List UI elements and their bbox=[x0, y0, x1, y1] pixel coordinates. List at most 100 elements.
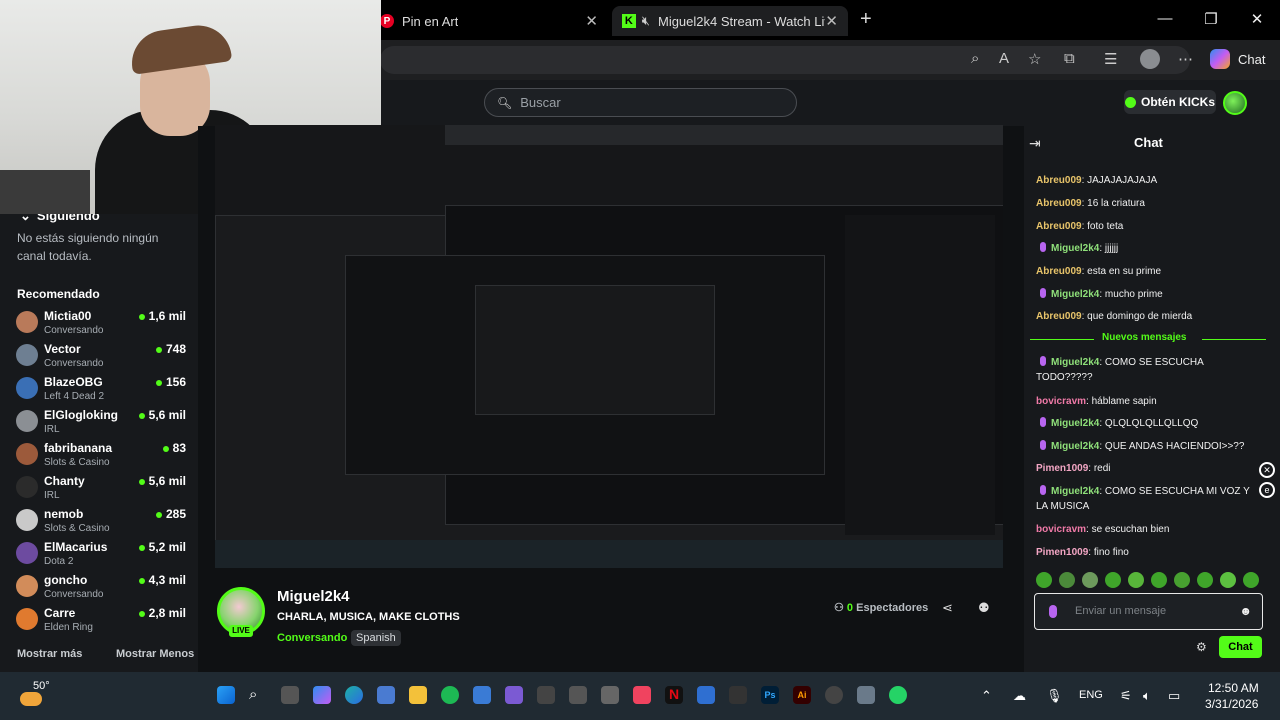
emote-icon[interactable] bbox=[1220, 572, 1236, 588]
chat-username[interactable]: Abreu009 bbox=[1036, 266, 1082, 277]
recommended-channel[interactable]: Chanty IRL 5,6 mil bbox=[16, 474, 186, 504]
search-input[interactable]: 🔍︎ Buscar bbox=[484, 88, 797, 117]
task-view-icon[interactable] bbox=[281, 686, 299, 704]
clock-date[interactable]: 3/31/2026 bbox=[1205, 697, 1258, 711]
battery-icon[interactable]: ▭ bbox=[1168, 688, 1180, 704]
favorite-star-icon[interactable]: ☆ bbox=[1028, 50, 1041, 68]
chat-username[interactable]: Abreu009 bbox=[1036, 198, 1082, 209]
app-icon[interactable] bbox=[505, 686, 523, 704]
chat-username[interactable]: Pimen1009 bbox=[1036, 463, 1088, 474]
search-taskbar-icon[interactable]: ⌕ bbox=[249, 686, 267, 704]
emote-icon[interactable] bbox=[1197, 572, 1213, 588]
extensions-icon[interactable]: ⧉ bbox=[1064, 50, 1075, 67]
store-icon[interactable] bbox=[377, 686, 395, 704]
close-tab-icon[interactable]: ✕ bbox=[585, 12, 598, 30]
extension-float-icon[interactable]: e bbox=[1259, 482, 1275, 498]
recommended-channel[interactable]: BlazeOBG Left 4 Dead 2 156 bbox=[16, 375, 186, 405]
obs-icon[interactable] bbox=[825, 686, 843, 704]
emote-icon[interactable] bbox=[1105, 572, 1121, 588]
profile-icon[interactable] bbox=[1140, 49, 1160, 69]
chat-message-input[interactable]: Enviar un mensaje ☻ bbox=[1034, 593, 1263, 630]
word-icon[interactable] bbox=[697, 686, 715, 704]
edge-icon[interactable] bbox=[345, 686, 363, 704]
app-icon[interactable] bbox=[537, 686, 555, 704]
spotify-icon[interactable] bbox=[441, 686, 459, 704]
recommended-channel[interactable]: goncho Conversando 4,3 mil bbox=[16, 573, 186, 603]
stream-category[interactable]: Conversando bbox=[277, 632, 347, 644]
chat-username[interactable]: Abreu009 bbox=[1036, 311, 1082, 322]
chat-username[interactable]: Miguel2k4 bbox=[1051, 441, 1099, 452]
close-window-icon[interactable]: ✕ bbox=[1242, 10, 1272, 28]
chat-username[interactable]: bovicravm bbox=[1036, 524, 1086, 535]
recommended-channel[interactable]: Carre Elden Ring 2,8 mil bbox=[16, 606, 186, 636]
weather-icon[interactable] bbox=[20, 692, 42, 706]
tab-pinterest[interactable]: P Pin en Art ✕ bbox=[380, 6, 610, 36]
chat-username[interactable]: Abreu009 bbox=[1036, 221, 1082, 232]
chevron-up-icon[interactable]: ⌃ bbox=[981, 688, 992, 704]
favorites-icon[interactable]: ☰ bbox=[1104, 50, 1117, 68]
wifi-icon[interactable]: ⚟ bbox=[1120, 688, 1132, 704]
read-aloud-icon[interactable]: A bbox=[999, 50, 1009, 67]
emoji-icon[interactable]: ☻ bbox=[1239, 604, 1252, 618]
muted-speaker-icon[interactable]: 🔇︎ bbox=[642, 13, 650, 29]
tab-kick-stream[interactable]: K 🔇︎ Miguel2k4 Stream - Watch Live ✕ bbox=[612, 6, 848, 36]
emote-icon[interactable] bbox=[1082, 572, 1098, 588]
emote-icon[interactable] bbox=[1243, 572, 1259, 588]
zoom-icon[interactable]: ⌕ bbox=[971, 50, 979, 67]
chat-settings-icon[interactable]: ⚙ bbox=[1196, 640, 1207, 654]
more-menu-icon[interactable]: ⋯ bbox=[1178, 50, 1193, 68]
close-overlay-icon[interactable]: ✕ bbox=[1259, 462, 1275, 478]
new-tab-button[interactable]: + bbox=[860, 8, 872, 31]
share-icon[interactable]: ⋖ bbox=[942, 600, 953, 616]
chat-username[interactable]: Pimen1009 bbox=[1036, 547, 1088, 558]
get-kicks-button[interactable]: Obtén KICKs bbox=[1124, 90, 1216, 114]
restore-icon[interactable]: ❐ bbox=[1196, 10, 1226, 28]
app-icon[interactable] bbox=[729, 686, 747, 704]
photoshop-icon[interactable]: Ps bbox=[761, 686, 779, 704]
close-tab-icon[interactable]: ✕ bbox=[825, 12, 838, 30]
chat-username[interactable]: Miguel2k4 bbox=[1051, 289, 1099, 300]
chat-username[interactable]: Miguel2k4 bbox=[1051, 357, 1099, 368]
emote-icon[interactable] bbox=[1059, 572, 1075, 588]
chat-username[interactable]: Miguel2k4 bbox=[1051, 418, 1099, 429]
video-player[interactable] bbox=[215, 125, 1003, 568]
copilot-chat-button[interactable]: Chat bbox=[1210, 49, 1265, 69]
streamer-name[interactable]: Miguel2k4 bbox=[277, 588, 350, 605]
weather-temperature[interactable]: 50° bbox=[33, 680, 50, 692]
shield-icon[interactable] bbox=[473, 686, 491, 704]
emote-icon[interactable] bbox=[1036, 572, 1052, 588]
recommended-channel[interactable]: ElMacarius Dota 2 5,2 mil bbox=[16, 540, 186, 570]
show-more-link[interactable]: Mostrar más bbox=[17, 648, 82, 660]
netflix-icon[interactable]: N bbox=[665, 686, 683, 704]
emote-icon[interactable] bbox=[1128, 572, 1144, 588]
illustrator-icon[interactable]: Ai bbox=[793, 686, 811, 704]
start-icon[interactable] bbox=[217, 686, 235, 704]
recommended-channel[interactable]: Vector Conversando 748 bbox=[16, 342, 186, 372]
recommended-channel[interactable]: ElGlogloking IRL 5,6 mil bbox=[16, 408, 186, 438]
app-icon[interactable] bbox=[569, 686, 587, 704]
chat-username[interactable]: Abreu009 bbox=[1036, 175, 1082, 186]
user-avatar[interactable] bbox=[1223, 91, 1247, 115]
chat-username[interactable]: Miguel2k4 bbox=[1051, 243, 1099, 254]
emote-icon[interactable] bbox=[1174, 572, 1190, 588]
recommended-channel[interactable]: Mictia00 Conversando 1,6 mil bbox=[16, 309, 186, 339]
emote-icon[interactable] bbox=[1151, 572, 1167, 588]
microphone-tray-icon[interactable]: 🎙︎ bbox=[1046, 688, 1063, 704]
clock-time[interactable]: 12:50 AM bbox=[1208, 681, 1259, 695]
recommended-channel[interactable]: nemob Slots & Casino 285 bbox=[16, 507, 186, 537]
collapse-chat-icon[interactable]: ⇥ bbox=[1029, 135, 1041, 152]
chat-username[interactable]: Miguel2k4 bbox=[1051, 486, 1099, 497]
cloud-icon[interactable]: ☁ bbox=[1013, 688, 1026, 704]
volume-icon[interactable]: 🔈︎ bbox=[1143, 688, 1151, 704]
app-icon[interactable] bbox=[601, 686, 619, 704]
whatsapp-icon[interactable] bbox=[889, 686, 907, 704]
recommended-channel[interactable]: fabribanana Slots & Casino 83 bbox=[16, 441, 186, 471]
chat-username[interactable]: bovicravm bbox=[1036, 396, 1086, 407]
minimize-icon[interactable]: — bbox=[1150, 10, 1180, 27]
settings-icon[interactable] bbox=[857, 686, 875, 704]
language-tag[interactable]: Spanish bbox=[351, 630, 401, 646]
music-icon[interactable] bbox=[633, 686, 651, 704]
show-less-link[interactable]: Mostrar Menos bbox=[116, 648, 194, 660]
file-explorer-icon[interactable] bbox=[409, 686, 427, 704]
follow-user-icon[interactable]: ⚉ bbox=[978, 600, 990, 616]
